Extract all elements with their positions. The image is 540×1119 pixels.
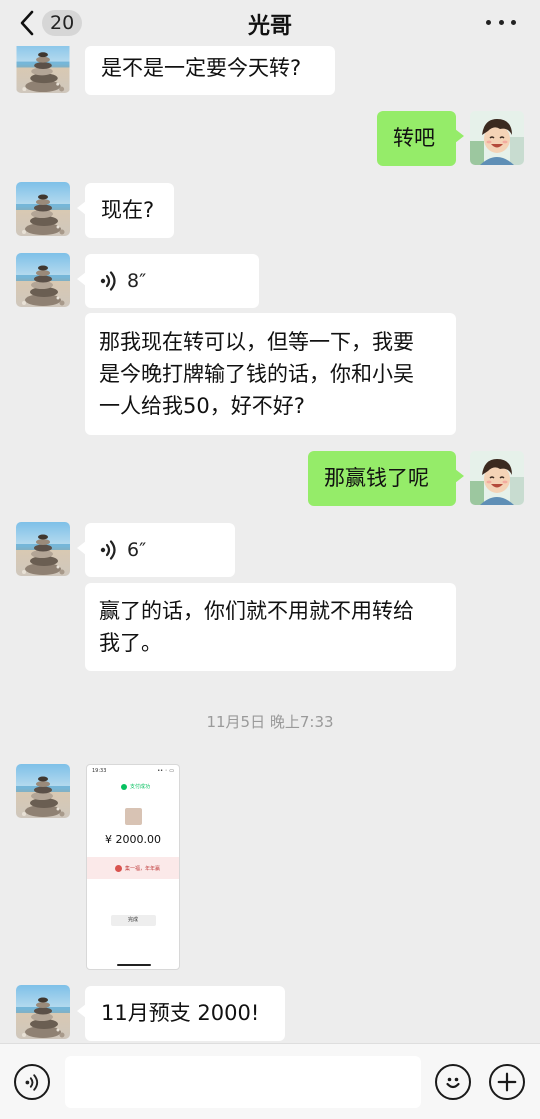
emoji-button[interactable] [435, 1064, 471, 1100]
voice-message-bubble[interactable]: 8″ [77, 254, 259, 308]
contact-avatar[interactable] [16, 253, 70, 307]
contact-avatar[interactable] [16, 985, 70, 1039]
voice-duration: 6″ [127, 539, 147, 561]
screenshot-amount: ¥ 2000.00 [105, 833, 161, 846]
voice-icon [99, 539, 119, 561]
message-bubble-received[interactable]: 11月预支 2000! [77, 986, 285, 1041]
contact-avatar[interactable] [16, 182, 70, 236]
message-bubble-sent[interactable]: 转吧 [377, 111, 464, 166]
message-text: 转吧 [393, 126, 435, 150]
screenshot-time: 19:33 [92, 768, 107, 774]
user-avatar[interactable] [470, 111, 524, 165]
screenshot-promo-text: 集一福，年年赢 [125, 865, 161, 872]
screenshot-status-bar: 19:33 •• ◦ ▭ [87, 765, 179, 774]
screenshot-done-button: 完成 [110, 915, 156, 926]
message-text-line: 那我现在转可以，但等一下，我要 [99, 330, 414, 354]
chat-title: 光哥 [247, 14, 292, 39]
promo-icon [115, 864, 122, 872]
message-bubble-received[interactable]: 是不是一定要今天转? [85, 46, 335, 95]
message-text: 那赢钱了呢 [324, 466, 429, 490]
screenshot-status-row: 支付成功 [121, 783, 179, 790]
voice-message-bubble[interactable]: 6″ [77, 523, 235, 577]
chat-timestamp: 11月5日 晚上7:33 [206, 713, 334, 731]
screenshot-merchant-image [124, 808, 142, 825]
message-bubble-sent[interactable]: 那赢钱了呢 [308, 451, 464, 506]
contact-avatar[interactable] [16, 764, 70, 818]
screenshot-promo-banner: 集一福，年年赢 [87, 857, 179, 879]
chat-input-bar [0, 1043, 540, 1119]
message-text: 现在? [101, 198, 155, 222]
payment-screenshot-image[interactable]: 19:33 •• ◦ ▭ 支付成功 ¥ 2000.00 集一福，年年赢 完成 [86, 764, 180, 970]
more-dots-icon[interactable] [486, 12, 516, 32]
contact-avatar[interactable] [16, 522, 70, 576]
message-text: 是不是一定要今天转? [101, 56, 302, 80]
message-bubble-received[interactable]: 现在? [77, 183, 174, 238]
plus-icon [497, 1072, 517, 1092]
screenshot-home-indicator [117, 964, 151, 966]
message-text-line: 我了。 [99, 631, 162, 655]
message-bubble-received[interactable]: 赢了的话，你们就不用就不用转给 我了。 [85, 583, 456, 671]
message-input[interactable] [65, 1056, 421, 1108]
voice-input-button[interactable] [14, 1064, 50, 1100]
voice-icon [99, 270, 119, 292]
voice-duration: 8″ [127, 270, 147, 292]
message-text-line: 一人给我50，好不好? [99, 394, 305, 418]
user-avatar[interactable] [470, 451, 524, 505]
message-text-line: 是今晚打牌输了钱的话，你和小吴 [99, 362, 414, 386]
message-text: 11月预支 2000! [101, 1001, 260, 1025]
screenshot-signal: •• ◦ ▭ [157, 768, 174, 774]
message-bubble-received[interactable]: 那我现在转可以，但等一下，我要 是今晚打牌输了钱的话，你和小吴 一人给我50，好… [85, 313, 456, 435]
chat-header: 20 光哥 [0, 0, 540, 46]
contact-avatar[interactable] [16, 40, 70, 93]
screenshot-status-text: 支付成功 [130, 784, 151, 790]
message-text-line: 赢了的话，你们就不用就不用转给 [99, 599, 414, 623]
screenshot-success-icon [121, 783, 127, 790]
voice-icon [24, 1073, 41, 1092]
emoji-icon [446, 1077, 460, 1089]
add-button[interactable] [489, 1064, 525, 1100]
